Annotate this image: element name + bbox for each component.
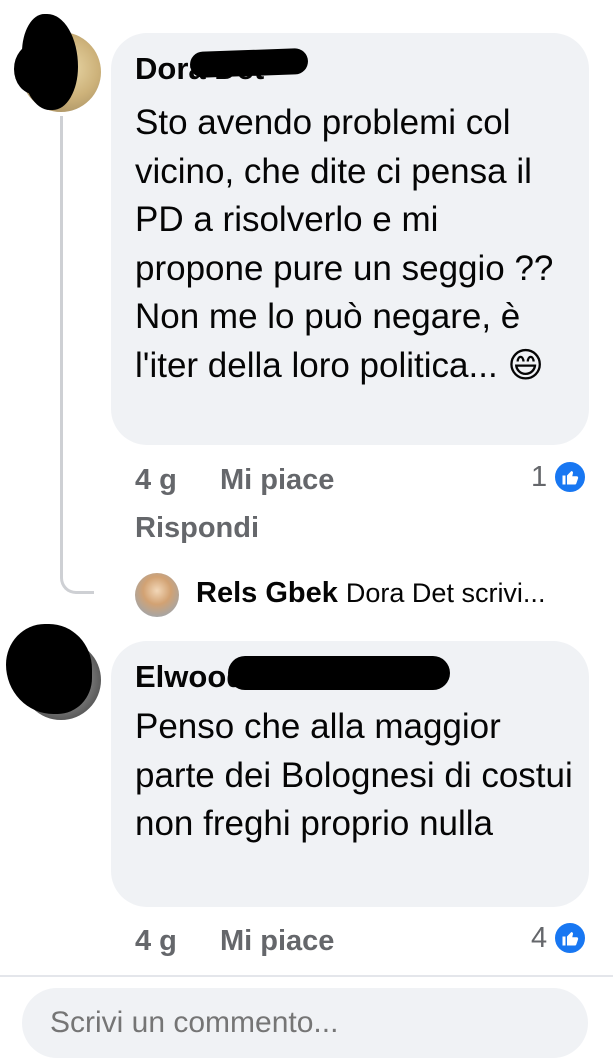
comment-composer[interactable]	[22, 988, 588, 1058]
reply-snippet: Dora Det scrivi...	[345, 578, 546, 608]
redaction-scribble	[6, 624, 92, 714]
reply-button[interactable]: Rispondi	[135, 512, 259, 545]
like-button[interactable]: Mi piace	[220, 464, 334, 497]
reaction-summary[interactable]: 4	[531, 921, 588, 955]
comment-text-body: Penso che alla maggior parte dei Bologne…	[135, 707, 573, 843]
comment-text: Sto avendo problemi col vicino, che dite…	[135, 99, 575, 390]
comment-text: Penso che alla maggior parte dei Bologne…	[135, 703, 575, 849]
thread-line	[60, 116, 94, 594]
like-button[interactable]: Mi piace	[220, 925, 334, 958]
like-thumb-icon	[553, 460, 588, 494]
comment-age: 4 g	[135, 925, 177, 957]
redaction-scribble	[228, 656, 450, 690]
reaction-summary[interactable]: 1	[531, 460, 588, 494]
divider	[0, 975, 613, 977]
comment-bubble[interactable]: Dora Det Sto avendo problemi col vicino,…	[111, 33, 589, 445]
redaction-scribble	[189, 47, 309, 79]
reply-preview[interactable]: Rels Gbek Dora Det scrivi...	[196, 577, 545, 610]
reaction-count: 1	[531, 460, 548, 493]
redaction-scribble	[14, 44, 54, 94]
comment-text-body: Sto avendo problemi col vicino, che dite…	[135, 103, 554, 385]
comment-age: 4 g	[135, 464, 177, 496]
like-thumb-icon	[553, 921, 588, 955]
reply-avatar[interactable]	[135, 573, 179, 617]
reply-author: Rels Gbek	[196, 577, 338, 609]
reaction-count: 4	[531, 921, 548, 954]
comment-input[interactable]	[48, 1002, 552, 1044]
